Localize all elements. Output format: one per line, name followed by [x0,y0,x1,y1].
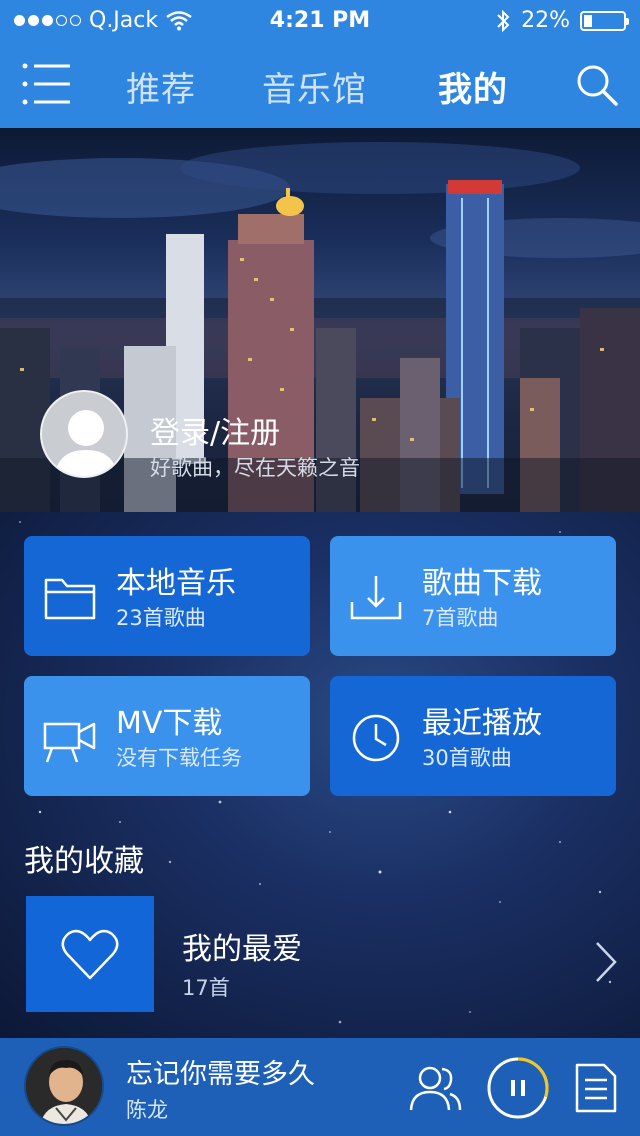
playlist-icon[interactable] [574,1062,618,1114]
download-icon [350,576,402,620]
tile-title: 歌曲下载 [422,566,542,601]
mini-player[interactable]: 忘记你需要多久 陈龙 [0,1038,640,1136]
tile-recently-played[interactable]: 最近播放 30首歌曲 [330,676,616,796]
tile-subtitle: 7首歌曲 [422,606,499,630]
tile-subtitle: 没有下载任务 [116,746,242,770]
tile-song-downloads[interactable]: 歌曲下载 7首歌曲 [330,536,616,656]
now-playing-artist: 陈龙 [126,1098,168,1122]
bluetooth-icon [497,9,510,32]
pause-icon [511,1080,515,1096]
favorite-playlist-title[interactable]: 我的最爱 [182,924,302,968]
status-bar: Q.Jack 4:21 PM 22% [0,0,640,40]
video-camera-icon [43,722,96,763]
search-icon[interactable] [576,64,618,106]
folder-icon [44,578,96,620]
battery-percent: 22% [521,8,570,33]
tab-recommend[interactable]: 推荐 [126,62,196,111]
favorite-playlist-count: 17首 [182,976,230,1000]
tile-title: 本地音乐 [116,566,236,601]
battery-icon [580,10,629,31]
header: Q.Jack 4:21 PM 22% 推荐 音乐馆 我的 [0,0,640,128]
profile-banner: 登录/注册 好歌曲，尽在天籁之音 [0,128,640,512]
my-music-section: 本地音乐 23首歌曲 歌曲下载 7首歌曲 MV下载 没有下载任务 最近播放 30… [0,512,640,1038]
people-icon[interactable] [408,1064,462,1112]
tile-title: MV下载 [116,706,223,741]
user-icon [54,410,118,476]
top-nav: 推荐 音乐馆 我的 [0,40,640,128]
favorite-playlist-cover[interactable] [26,896,154,1012]
favorites-heading: 我的收藏 [24,844,144,879]
tile-local-music[interactable]: 本地音乐 23首歌曲 [24,536,310,656]
avatar[interactable] [40,390,128,478]
profile-tagline: 好歌曲，尽在天籁之音 [150,456,360,480]
artist-photo [26,1048,102,1124]
chevron-right-icon[interactable] [594,940,618,984]
pause-button[interactable] [486,1056,550,1120]
login-register-link[interactable]: 登录/注册 [150,408,280,452]
heart-icon [61,929,119,980]
now-playing-title: 忘记你需要多久 [126,1059,315,1090]
hamburger-menu-icon[interactable] [22,62,72,106]
tile-subtitle: 23首歌曲 [116,606,206,630]
tab-mine[interactable]: 我的 [438,62,508,111]
clock-icon [352,714,400,762]
tile-title: 最近播放 [422,706,542,741]
artist-avatar[interactable] [24,1046,104,1126]
tile-mv-downloads[interactable]: MV下载 没有下载任务 [24,676,310,796]
tile-subtitle: 30首歌曲 [422,746,512,770]
tab-music-hall[interactable]: 音乐馆 [262,62,367,111]
